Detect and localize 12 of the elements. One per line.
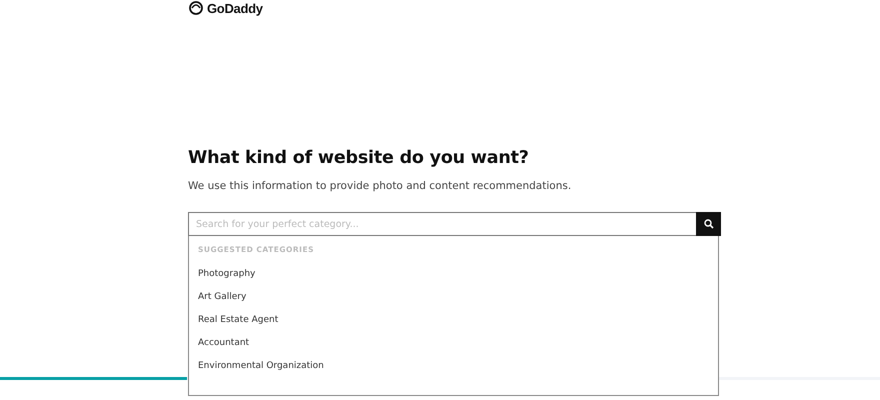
search-button[interactable]	[696, 212, 721, 236]
suggestion-item[interactable]: Art Gallery	[198, 286, 718, 309]
search-field[interactable]: Search for your perfect category...	[188, 212, 696, 236]
suggestion-item[interactable]: Accountant	[198, 332, 718, 355]
logo-icon	[188, 1, 204, 15]
suggestion-item[interactable]: Environmental Organization	[198, 355, 718, 378]
page-heading: What kind of website do you want?	[188, 147, 530, 170]
logo-text: GoDaddy	[207, 0, 263, 16]
suggestion-item[interactable]: Photography	[198, 263, 718, 286]
page-subheading: We use this information to provide photo and content recommendations.	[188, 179, 572, 193]
suggestion-item[interactable]: Real Estate Agent	[198, 309, 718, 332]
search-icon	[704, 219, 714, 229]
